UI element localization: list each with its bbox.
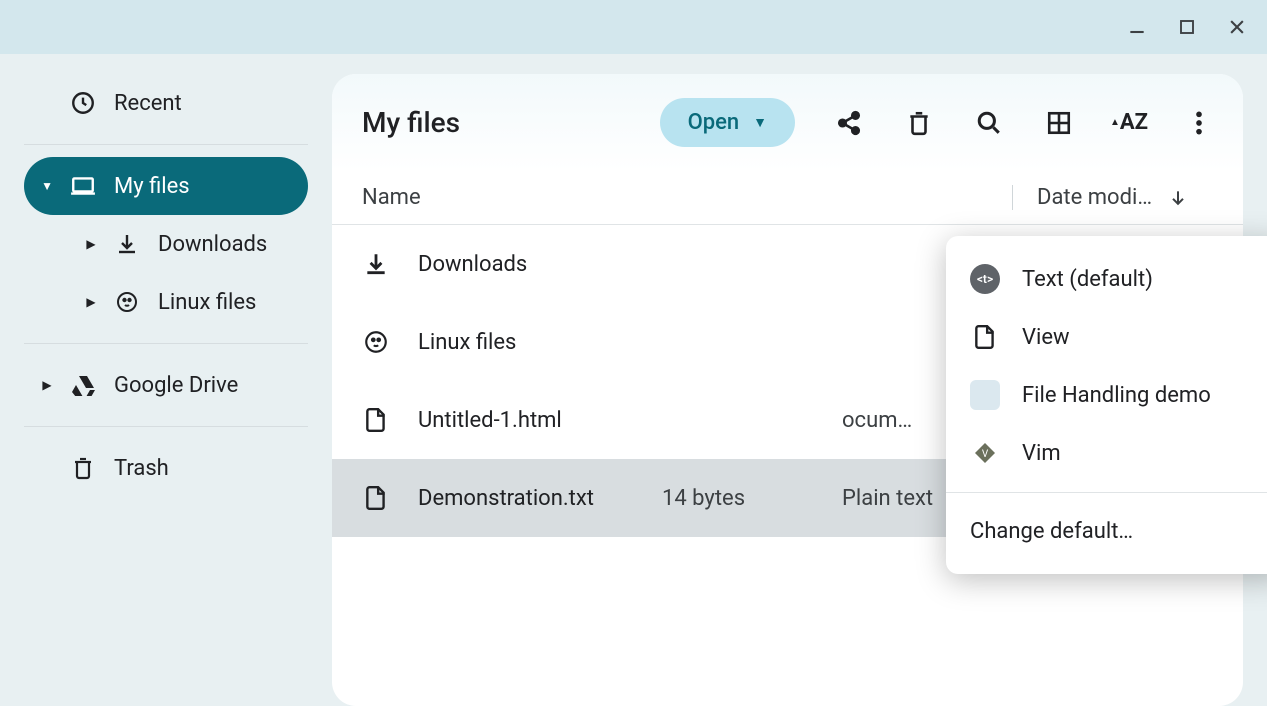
delete-icon[interactable] [905, 109, 933, 137]
search-icon[interactable] [975, 109, 1003, 137]
penguin-icon [362, 329, 390, 355]
sidebar-label-trash: Trash [114, 456, 169, 481]
window-maximize-button[interactable] [1177, 17, 1197, 37]
menu-item-vim[interactable]: V Vim [946, 424, 1267, 482]
main-panel: My files Open ▼ [332, 74, 1243, 706]
text-app-icon: <t> [970, 264, 1000, 294]
google-drive-icon [70, 374, 96, 396]
arrow-down-icon [1168, 188, 1188, 208]
download-icon [114, 232, 140, 256]
penguin-icon [114, 290, 140, 314]
sidebar-item-downloads[interactable]: ▶ Downloads [68, 215, 308, 273]
vim-icon: V [970, 438, 1000, 468]
sidebar-item-gdrive[interactable]: ▶ Google Drive [24, 356, 308, 414]
laptop-icon [70, 176, 96, 196]
sidebar-item-trash[interactable]: Trash [24, 439, 308, 497]
sidebar-label-recent: Recent [114, 91, 182, 116]
caret-right-icon: ▶ [86, 295, 96, 309]
sort-az-icon[interactable]: ▲ AZ [1115, 109, 1143, 137]
more-vert-icon[interactable] [1185, 109, 1213, 137]
col-name[interactable]: Name [362, 185, 662, 210]
window-minimize-button[interactable] [1127, 17, 1147, 37]
download-icon [362, 251, 390, 277]
sidebar-label-linux: Linux files [158, 290, 256, 315]
file-icon [362, 485, 390, 511]
share-icon[interactable] [835, 109, 863, 137]
sidebar-item-linux[interactable]: ▶ Linux files [68, 273, 308, 331]
menu-item-view[interactable]: View [946, 308, 1267, 366]
open-with-menu: <t> Text (default) View File Handling de… [946, 236, 1267, 574]
caret-down-icon: ▼ [42, 179, 52, 193]
file-icon [362, 407, 390, 433]
file-icon [970, 322, 1000, 352]
trash-icon [70, 456, 96, 480]
sidebar-label-gdrive: Google Drive [114, 373, 238, 398]
open-button-label: Open [688, 110, 740, 135]
caret-down-icon: ▼ [753, 114, 767, 131]
page-title: My files [362, 106, 648, 139]
clock-icon [70, 90, 96, 116]
sidebar-label-myfiles: My files [114, 174, 190, 199]
sidebar-item-recent[interactable]: Recent [24, 74, 308, 132]
column-header: Name Date modi… [332, 171, 1243, 225]
sidebar-label-downloads: Downloads [158, 232, 267, 257]
caret-right-icon: ▶ [42, 378, 52, 392]
app-icon [970, 380, 1000, 410]
svg-text:V: V [982, 449, 989, 460]
sidebar: Recent ▼ My files ▶ Downloads ▶ Linux fi… [0, 54, 332, 706]
menu-item-change-default[interactable]: Change default… [946, 503, 1267, 560]
open-button[interactable]: Open ▼ [660, 98, 795, 147]
window-close-button[interactable] [1227, 17, 1247, 37]
menu-item-text[interactable]: <t> Text (default) [946, 250, 1267, 308]
col-date[interactable]: Date modi… [1012, 185, 1213, 210]
menu-item-fh-demo[interactable]: File Handling demo [946, 366, 1267, 424]
title-bar [0, 0, 1267, 54]
grid-view-icon[interactable] [1045, 109, 1073, 137]
sidebar-item-myfiles[interactable]: ▼ My files [24, 157, 308, 215]
caret-right-icon: ▶ [86, 237, 96, 251]
